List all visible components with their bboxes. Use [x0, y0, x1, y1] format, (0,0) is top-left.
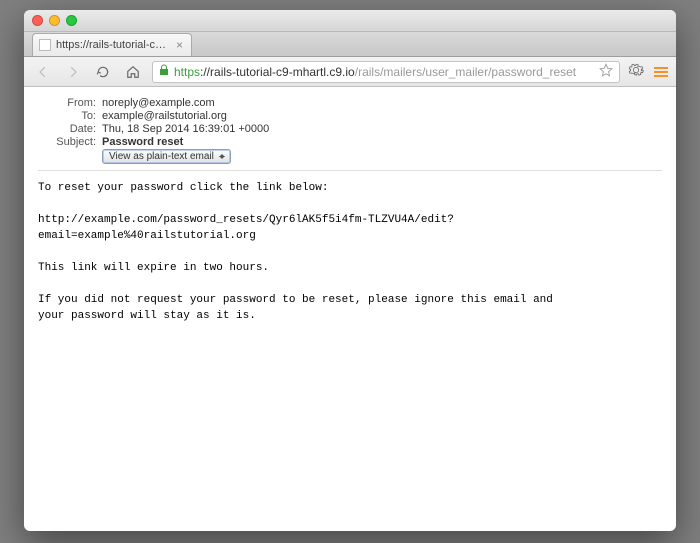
email-body: To reset your password click the link be… — [38, 181, 662, 324]
favicon-icon — [39, 39, 51, 51]
to-label: To: — [38, 110, 96, 122]
page-content: From: noreply@example.com To: example@ra… — [24, 87, 676, 334]
home-icon — [126, 65, 140, 79]
browser-tab[interactable]: https://rails-tutorial-c9-m × — [32, 33, 192, 56]
email-headers: From: noreply@example.com To: example@ra… — [38, 97, 662, 164]
close-tab-button[interactable]: × — [174, 39, 185, 51]
address-bar[interactable]: https://rails-tutorial-c9-mhartl.c9.io/r… — [152, 61, 620, 83]
body-line: This link will expire in two hours. — [38, 262, 269, 274]
url-host: ://rails-tutorial-c9-mhartl.c9.io — [200, 65, 355, 79]
to-value: example@railstutorial.org — [102, 110, 662, 122]
forward-button[interactable] — [62, 61, 84, 83]
arrow-left-icon — [36, 65, 50, 79]
reload-icon — [96, 65, 110, 79]
back-button[interactable] — [32, 61, 54, 83]
browser-toolbar: https://rails-tutorial-c9-mhartl.c9.io/r… — [24, 57, 676, 87]
url-text: https://rails-tutorial-c9-mhartl.c9.io/r… — [174, 65, 576, 79]
header-divider — [38, 170, 662, 171]
from-value: noreply@example.com — [102, 97, 662, 109]
close-window-button[interactable] — [32, 15, 43, 26]
reload-button[interactable] — [92, 61, 114, 83]
arrow-right-icon — [66, 65, 80, 79]
subject-label: Subject: — [38, 136, 96, 148]
window-controls — [32, 15, 77, 26]
hamburger-menu-icon[interactable] — [654, 67, 668, 77]
view-format-select[interactable]: View as plain-text email — [102, 149, 231, 164]
date-label: Date: — [38, 123, 96, 135]
gear-icon[interactable] — [628, 62, 644, 81]
view-format-label: View as plain-text email — [109, 151, 214, 162]
window-titlebar — [24, 10, 676, 32]
bookmark-star-icon[interactable] — [599, 63, 613, 80]
from-label: From: — [38, 97, 96, 109]
tab-title: https://rails-tutorial-c9-m — [56, 39, 169, 51]
body-line: http://example.com/password_resets/Qyr6l… — [38, 214, 454, 242]
lock-icon — [159, 64, 169, 79]
browser-window: https://rails-tutorial-c9-m × https://ra… — [24, 10, 676, 531]
date-value: Thu, 18 Sep 2014 16:39:01 +0000 — [102, 123, 662, 135]
subject-value: Password reset — [102, 136, 662, 148]
body-line: your password will stay as it is. — [38, 310, 256, 322]
minimize-window-button[interactable] — [49, 15, 60, 26]
toolbar-right — [628, 62, 668, 81]
tab-strip: https://rails-tutorial-c9-m × — [24, 32, 676, 57]
url-scheme: https — [174, 65, 200, 79]
body-line: If you did not request your password to … — [38, 294, 553, 306]
url-path: /rails/mailers/user_mailer/password_rese… — [355, 65, 576, 79]
home-button[interactable] — [122, 61, 144, 83]
zoom-window-button[interactable] — [66, 15, 77, 26]
body-line: To reset your password click the link be… — [38, 182, 328, 194]
